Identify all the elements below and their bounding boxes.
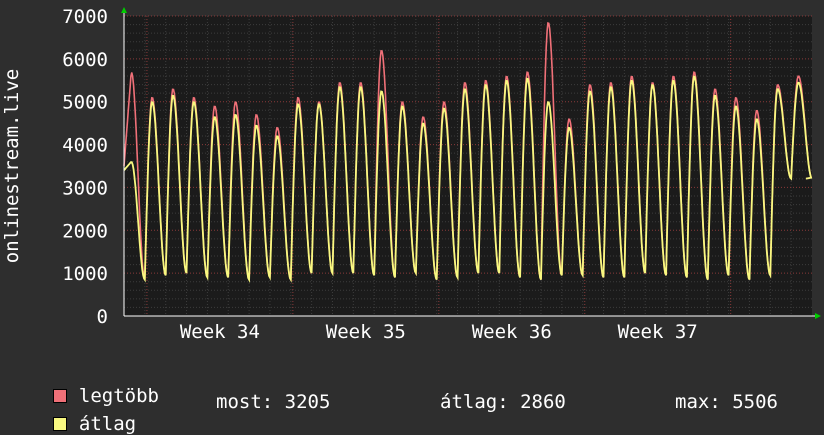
y-tick-label: 1000 (62, 263, 108, 285)
x-tick-label: Week 34 (180, 321, 260, 343)
x-tick-label: Week 37 (618, 321, 698, 343)
legend-swatch-avg (52, 417, 67, 431)
stat-max: max: 5506 (675, 391, 778, 413)
x-tick-labels: Week 34 Week 35 Week 36 Week 37 (180, 321, 698, 343)
y-axis-label: onlinestream.live (1, 69, 23, 263)
y-tick-label: 2000 (62, 220, 108, 242)
y-tick-label: 4000 (62, 135, 108, 157)
y-axis-arrow-icon (121, 7, 127, 13)
y-tick-label: 6000 (62, 49, 108, 71)
stat-average: átlag: 2860 (440, 391, 566, 413)
y-tick-label: 5000 (62, 92, 108, 114)
legend-label-avg: átlag (78, 413, 137, 435)
x-tick-label: Week 36 (472, 321, 552, 343)
x-axis-arrow-icon (815, 313, 821, 319)
x-tick-label: Week 35 (326, 321, 406, 343)
y-tick-labels: 0 1000 2000 3000 4000 5000 6000 7000 (62, 6, 108, 328)
legend-item-avg: átlag (30, 391, 136, 435)
stat-current: most: 3205 (216, 391, 331, 413)
y-tick-label: 0 (97, 306, 108, 328)
y-tick-label: 3000 (62, 177, 108, 199)
y-tick-label: 7000 (62, 6, 108, 28)
